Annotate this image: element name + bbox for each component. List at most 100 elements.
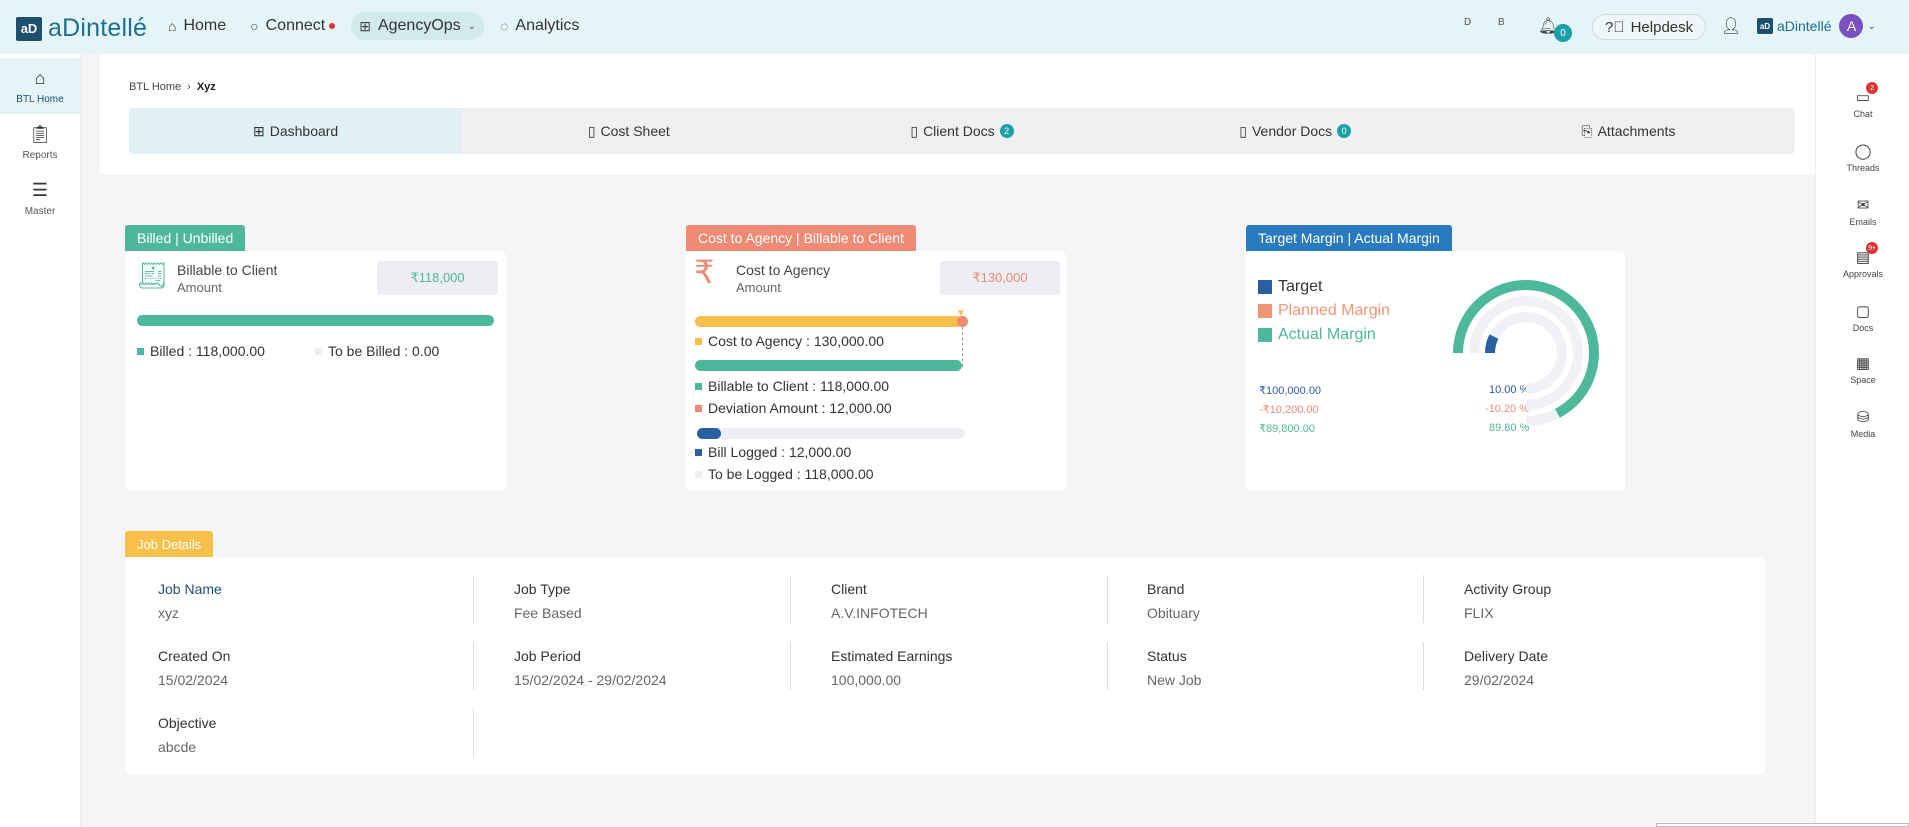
database-icon: ⛁ xyxy=(1856,409,1870,426)
legend-planned-text: Planned Margin xyxy=(1278,302,1391,319)
sidebar-item-label: BTL Home xyxy=(16,93,64,105)
account-menu[interactable]: aD aDintellé A ⌄ xyxy=(1757,14,1876,38)
logo-mark: aD xyxy=(16,16,42,41)
to-be-logged-legend: To be Logged : 118,000.00 xyxy=(695,466,874,482)
column-divider xyxy=(790,642,791,690)
tab-dashboard[interactable]: ⊞ Dashboard xyxy=(129,108,463,154)
list-icon: ☰ xyxy=(31,179,49,200)
nav-home[interactable]: ⌂ Home xyxy=(160,12,234,40)
deviation-text: Deviation Amount : 12,000.00 xyxy=(708,400,892,416)
field-value-client: A.V.INFOTECH xyxy=(831,605,928,621)
field-label-job-type: Job Type xyxy=(514,581,571,597)
user-settings-icon[interactable]: 👤︎ xyxy=(1721,16,1741,36)
to-be-logged-swatch xyxy=(695,470,702,478)
chevron-down-icon: ⌄ xyxy=(1867,20,1876,32)
tab-vendor-docs[interactable]: ▯ Vendor Docs 0 xyxy=(1129,108,1462,154)
field-value-brand: Obituary xyxy=(1147,605,1200,621)
sidebar-item-label: Master xyxy=(24,205,56,217)
space-icon: ▦ xyxy=(1855,355,1871,372)
column-divider xyxy=(1423,575,1424,623)
field-label-client: Client xyxy=(831,581,867,597)
tab-label: Client Docs xyxy=(923,123,995,139)
chevron-right-icon: › xyxy=(187,81,191,93)
home-icon: ⌂ xyxy=(168,18,177,34)
column-divider xyxy=(1107,642,1108,690)
right-item-chat[interactable]: ▭ 2 Chat xyxy=(1816,82,1909,119)
field-label-created-on: Created On xyxy=(158,648,231,664)
document-icon: ▯ xyxy=(910,122,919,139)
billed-card-label: Billed | Unbilled xyxy=(125,225,246,251)
document-icon: ▯ xyxy=(1239,122,1247,139)
tab-client-docs[interactable]: ▯ Client Docs 2 xyxy=(795,108,1128,154)
tab-cost-sheet[interactable]: ▯ Cost Sheet xyxy=(462,108,795,154)
column-divider xyxy=(790,575,791,623)
letter-b-toggle[interactable]: B xyxy=(1498,17,1505,28)
target-amount: ₹100,000.00 xyxy=(1259,385,1322,397)
vendor-docs-badge: 0 xyxy=(1337,124,1352,138)
field-value-activity-group: FLIX xyxy=(1464,605,1494,621)
right-item-label: Docs xyxy=(1852,323,1874,333)
field-label-estimated-earnings: Estimated Earnings xyxy=(831,648,953,664)
cost-card-title: Cost to Agency xyxy=(736,262,831,278)
billed-progress-fill xyxy=(137,315,494,326)
to-be-billed-legend: To be Billed : 0.00 xyxy=(315,343,439,359)
nav-connect[interactable]: ○ Connect xyxy=(242,12,343,40)
sidebar-item-btl-home[interactable]: ⌂ BTL Home xyxy=(0,58,80,114)
logo-text: aDintellé xyxy=(48,14,148,42)
avatar: A xyxy=(1839,14,1864,38)
to-be-billed-legend-text: To be Billed : 0.00 xyxy=(328,343,440,359)
analytics-icon: ◌ xyxy=(500,18,509,34)
receipt-icon: 🧾︎ xyxy=(135,260,169,290)
letter-d-toggle[interactable]: D xyxy=(1464,17,1471,28)
nav-agencyops[interactable]: ⊞ AgencyOps ⌄ xyxy=(351,12,485,40)
right-item-space[interactable]: ▦ Space xyxy=(1816,354,1909,385)
billable-text: Billable to Client : 118,000.00 xyxy=(708,378,890,394)
field-label-job-name: Job Name xyxy=(158,581,222,597)
nav-analytics[interactable]: ◌ Analytics xyxy=(492,12,587,40)
billable-legend: Billable to Client : 118,000.00 xyxy=(695,378,889,394)
paperclip-icon: ⎘ xyxy=(1581,122,1593,139)
bottom-popup-edge xyxy=(1656,823,1909,827)
sidebar-item-reports[interactable]: 📋︎ Reports xyxy=(0,114,80,170)
billable-swatch xyxy=(695,382,702,390)
field-label-brand: Brand xyxy=(1147,581,1185,597)
helpdesk-button[interactable]: ?⃝ Helpdesk xyxy=(1592,14,1707,40)
tab-label: Attachments xyxy=(1597,123,1676,139)
app-logo[interactable]: aD aDintellé xyxy=(16,14,147,43)
field-value-objective: abcde xyxy=(158,739,197,755)
billed-card-title: Billable to Client xyxy=(177,262,278,278)
cost-swatch xyxy=(695,337,702,345)
billed-card: 🧾︎ Billable to Client Amount ₹118,000 Bi… xyxy=(125,251,506,491)
brand-mark: aD xyxy=(1757,18,1773,34)
helpdesk-label: Helpdesk xyxy=(1630,18,1694,36)
right-item-approvals[interactable]: ▤ 9+ Approvals xyxy=(1816,242,1909,279)
right-item-emails[interactable]: ✉ Emails xyxy=(1816,196,1909,227)
tab-attachments[interactable]: ⎘ Attachments xyxy=(1462,108,1795,154)
left-sidebar: ⌂ BTL Home 📋︎ Reports ☰ Master xyxy=(0,54,81,827)
target-arc xyxy=(1485,334,1499,354)
right-item-media[interactable]: ⛁ Media xyxy=(1816,408,1909,439)
rupee-icon: ₹ xyxy=(694,254,715,290)
nav-analytics-label: Analytics xyxy=(515,17,580,34)
breadcrumb-current: Xyz xyxy=(196,81,216,93)
sidebar-item-master[interactable]: ☰ Master xyxy=(0,170,80,226)
column-divider xyxy=(1423,642,1424,690)
legend-actual: Actual Margin xyxy=(1258,326,1376,344)
brand-text: aDintellé xyxy=(1777,18,1832,34)
chat-bubble-icon: ○ xyxy=(250,18,259,34)
right-item-label: Space xyxy=(1850,375,1876,385)
breadcrumb: BTL Home › Xyz xyxy=(129,81,216,93)
dashboard-icon: ⊞ xyxy=(252,122,265,139)
field-value-created-on: 15/02/2024 xyxy=(158,672,229,688)
marker-line xyxy=(962,327,963,367)
breadcrumb-root[interactable]: BTL Home xyxy=(129,81,181,93)
margin-card: Target Planned Margin Actual Margin ₹100… xyxy=(1246,251,1625,491)
right-item-threads[interactable]: ◯ Threads xyxy=(1816,142,1909,173)
billed-legend-text: Billed : 118,000.00 xyxy=(150,343,265,359)
right-item-docs[interactable]: ▢ Docs xyxy=(1816,302,1909,333)
field-value-estimated-earnings: 100,000.00 xyxy=(831,672,902,688)
legend-planned: Planned Margin xyxy=(1258,302,1390,320)
notification-dot xyxy=(329,23,336,29)
cost-to-agency-legend: Cost to Agency : 130,000.00 xyxy=(695,333,884,349)
home-icon: ⌂ xyxy=(34,67,46,88)
